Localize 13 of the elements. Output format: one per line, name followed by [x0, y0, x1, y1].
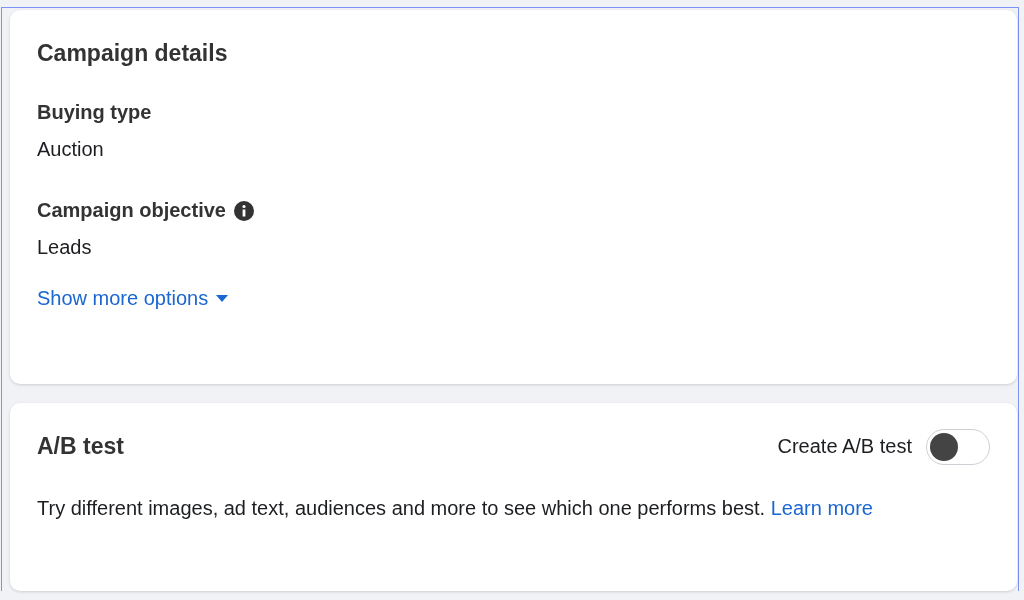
field-value: Auction: [37, 138, 104, 161]
ab-test-toggle[interactable]: [926, 428, 990, 465]
field-value: Leads: [37, 236, 92, 259]
description-text: Try different images, ad text, audiences and more to see which one performs best. Learn more: [37, 495, 874, 521]
field-label: Buying type: [37, 101, 152, 124]
info-icon[interactable]: [233, 200, 254, 221]
caret-icon: [216, 295, 229, 302]
show-more-options-link[interactable]: Show more options: [37, 287, 229, 310]
toggle-label: Create A/B test: [777, 435, 912, 458]
card-title: A/B test: [37, 433, 124, 460]
learn-more-link[interactable]: Learn more: [770, 496, 873, 519]
card-title: Campaign details: [37, 40, 229, 67]
field-label: Campaign objective: [37, 199, 226, 222]
